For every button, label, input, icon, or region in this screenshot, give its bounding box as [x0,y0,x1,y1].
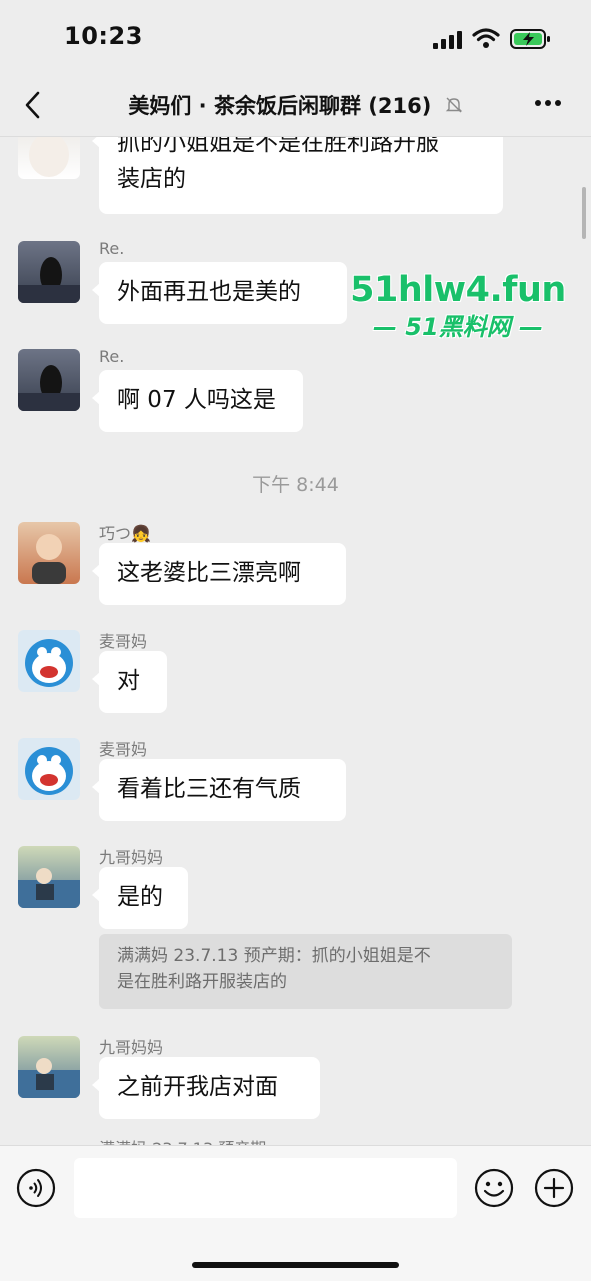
message-list[interactable]: 抓的小姐姐是不是在胜利路开服 装店的 Re. 外面再丑也是美的 Re. 啊 07… [0,137,591,1145]
quoted-message[interactable]: 满满妈 23.7.13 预产期：抓的小姐姐是不 是在胜利路开服装店的 [99,934,512,1009]
sender-name: 麦哥妈 [99,740,148,759]
sender-name: 巧つ👧 [99,524,151,543]
sender-name: 满满妈 23.7.13 预产期 [99,1135,266,1145]
status-time: 10:23 [64,22,143,50]
plus-icon[interactable] [534,1168,574,1208]
message-bubble[interactable]: 啊 07 人吗这是 [92,370,303,432]
chat-title[interactable]: 美妈们 · 茶余饭后闲聊群 (216) [0,90,591,120]
status-bar: 10:23 [0,0,591,78]
avatar[interactable] [18,522,80,584]
sender-name: 九哥妈妈 [99,1038,164,1057]
message-bubble[interactable]: 这老婆比三漂亮啊 [92,543,346,605]
wifi-icon [472,28,500,48]
avatar[interactable] [18,630,80,692]
avatar[interactable] [18,1036,80,1098]
scrollbar[interactable] [582,187,586,239]
message-bubble[interactable]: 外面再丑也是美的 [92,262,347,324]
avatar[interactable] [18,241,80,303]
input-bar [0,1145,591,1281]
emoji-icon[interactable] [474,1168,514,1208]
message-bubble[interactable]: 看着比三还有气质 [92,759,346,821]
message-text-line: 抓的小姐姐是不是在胜利路开服 [117,137,439,156]
avatar[interactable] [18,846,80,908]
more-icon[interactable] [533,93,563,113]
group-name: 美妈们 · 茶余饭后闲聊群 (216) [128,94,432,118]
message-text-line: 装店的 [117,166,186,192]
message-bubble[interactable]: 是的 [92,867,188,929]
sender-name: Re. [99,347,125,366]
avatar[interactable] [18,137,80,179]
home-indicator [192,1262,399,1268]
voice-icon[interactable] [16,1168,56,1208]
avatar[interactable] [18,349,80,411]
sender-name: 九哥妈妈 [99,848,164,867]
sender-name: Re. [99,239,125,258]
quote-line: 满满妈 23.7.13 预产期：抓的小姐姐是不 [117,946,431,966]
message-input[interactable] [74,1158,457,1218]
signal-icon [433,31,462,49]
chat-timestamp: 下午 8:44 [252,474,339,496]
message-bubble[interactable]: 抓的小姐姐是不是在胜利路开服 装店的 [92,137,503,214]
chat-header: 美妈们 · 茶余饭后闲聊群 (216) [0,78,591,137]
battery-charging-icon [510,29,550,49]
avatar[interactable] [18,738,80,800]
quote-line: 是在胜利路开服装店的 [117,972,287,992]
message-bubble[interactable]: 之前开我店对面 [92,1057,320,1119]
mute-bell-icon [445,97,462,113]
message-bubble[interactable]: 对 [92,651,167,713]
sender-name: 麦哥妈 [99,632,148,651]
